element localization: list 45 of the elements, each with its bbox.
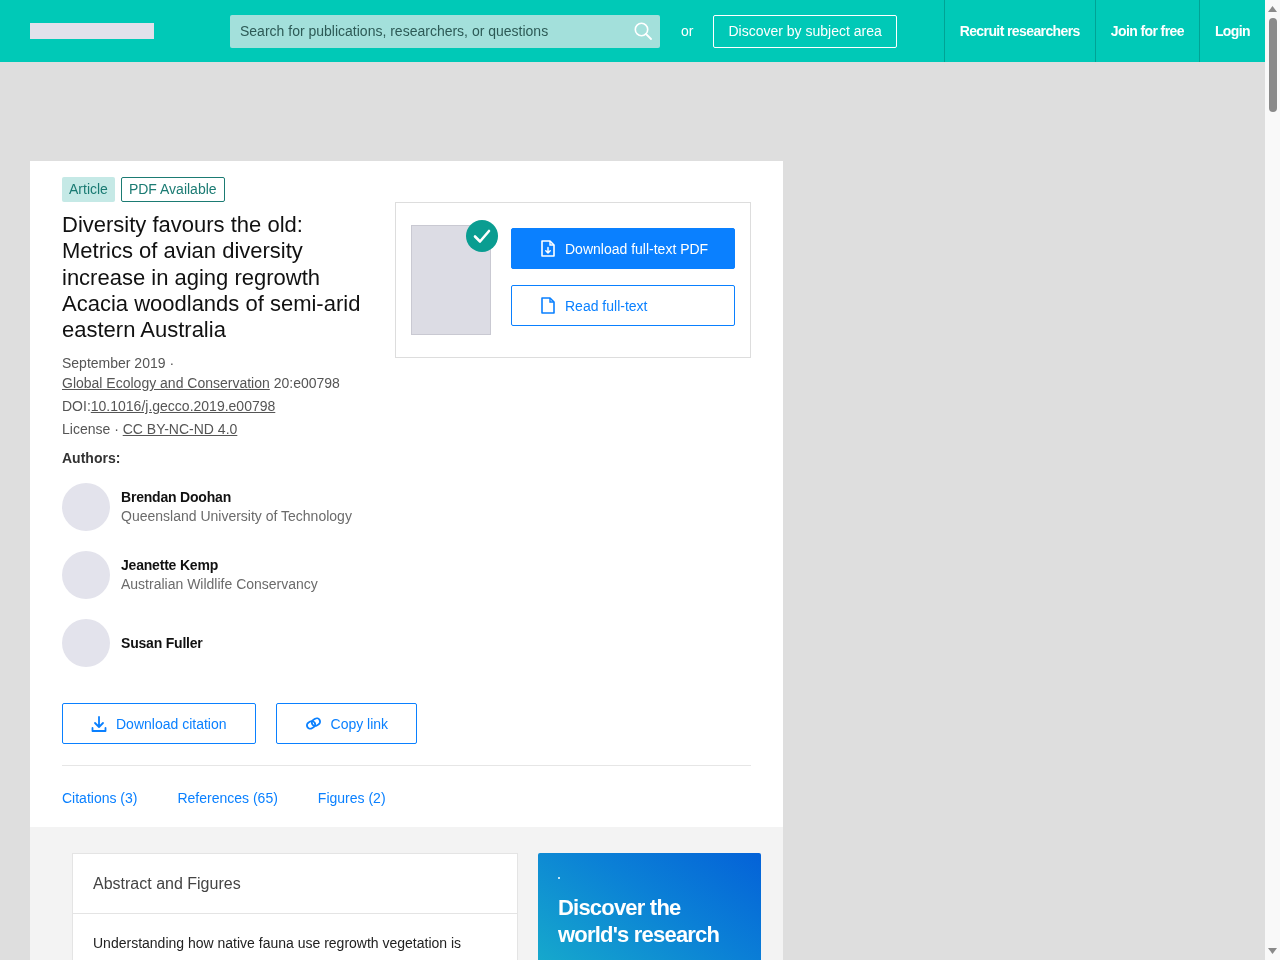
avatar-placeholder[interactable]	[62, 551, 110, 600]
section-link[interactable]: References (65)	[177, 789, 278, 808]
license-info: License · CC BY-NC-ND 4.0	[62, 420, 239, 440]
file-icon	[541, 297, 555, 314]
download-icon	[91, 716, 107, 732]
availability-tag: PDF Available	[120, 177, 225, 202]
scrollbar[interactable]	[1265, 0, 1280, 960]
doi-link[interactable]: 10.1016/j.gecco.2019.e00798	[90, 398, 276, 415]
avatar-placeholder[interactable]	[62, 619, 110, 668]
promo-banner[interactable]: Discover the world's research	[538, 853, 761, 960]
file-download-icon	[541, 240, 555, 257]
avatar-placeholder[interactable]	[62, 483, 110, 532]
search-icon[interactable]	[634, 21, 652, 40]
down-arrow-icon[interactable]	[1268, 948, 1277, 954]
authors-label: Authors:	[62, 449, 121, 468]
search-field[interactable]: Search for publications, researchers, or questions	[230, 14, 660, 48]
or-label: or	[681, 23, 694, 39]
subject-area-button[interactable]: Discover by subject area	[713, 14, 897, 48]
publication-info: September 2019 · Global Ecology and Conservation 20:e00798	[62, 354, 341, 394]
scrollbar-thumb[interactable]	[1268, 18, 1277, 112]
doi-info: DOI:10.1016/j.gecco.2019.e00798	[62, 397, 277, 417]
up-arrow-icon[interactable]	[1268, 6, 1277, 12]
author-affiliation: Australian Wildlife Conservancy	[121, 575, 318, 595]
read-full-text-button[interactable]: Read full-text	[511, 285, 735, 326]
section-heading: Abstract and Figures	[93, 875, 241, 893]
license-link[interactable]: CC BY-NC-ND 4.0	[122, 421, 238, 438]
author-name[interactable]: Jeanette Kemp	[121, 556, 218, 576]
article-title: Diversity favours the old: Metrics of avian diversity increase in aging regrowth Acacia woodlands of semi-arid eastern Australia	[62, 212, 362, 344]
nav-link[interactable]: Join for free	[1094, 0, 1199, 62]
author-name[interactable]: Susan Fuller	[121, 634, 203, 653]
author-affiliation: Queensland University of Technology	[121, 507, 352, 527]
download-citation-button[interactable]: Download citation	[62, 703, 256, 745]
abstract-text: Understanding how native fauna use regrowth vegetation is	[93, 934, 463, 954]
journal-link[interactable]: Global Ecology and Conservation	[62, 375, 270, 392]
check-badge-icon	[466, 220, 498, 252]
section-link[interactable]: Figures (2)	[317, 789, 386, 808]
copy-link-button[interactable]: Copy link	[275, 703, 418, 745]
nav-link[interactable]: Recruit researchers	[943, 0, 1095, 62]
author-name[interactable]: Brendan Doohan	[121, 488, 231, 508]
promo-heading: Discover the world's research	[558, 894, 721, 949]
download-pdf-button[interactable]: Download full-text PDF	[511, 228, 735, 269]
type-tag: Article	[62, 177, 115, 202]
link-icon	[304, 715, 322, 733]
document-thumbnail[interactable]	[411, 225, 491, 335]
section-link[interactable]: Citations (3)	[62, 789, 138, 808]
